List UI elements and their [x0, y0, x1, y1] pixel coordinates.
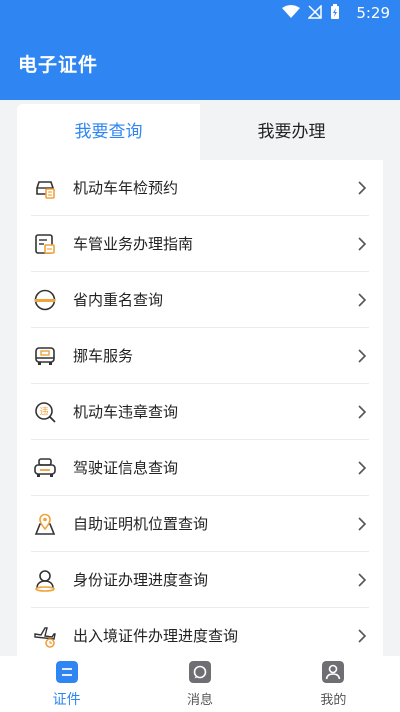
- list-item-move-car[interactable]: 挪车服务: [31, 328, 369, 384]
- status-icons: [282, 4, 340, 20]
- violation-search-icon: 违: [35, 402, 56, 423]
- driver-license-icon: [34, 458, 56, 477]
- profile-icon: [322, 661, 345, 683]
- nav-documents[interactable]: 证件: [0, 656, 133, 712]
- list-item-guide[interactable]: 车管业务办理指南: [31, 216, 369, 272]
- move-car-icon: [35, 347, 55, 365]
- chevron-right-icon: [358, 237, 367, 251]
- list-item-label: 驾驶证信息查询: [73, 459, 179, 477]
- nav-label: 我的: [320, 693, 347, 708]
- status-bar: 5:29: [0, 0, 400, 28]
- chevron-right-icon: [358, 293, 367, 307]
- chevron-right-icon: [358, 405, 367, 419]
- document-icon: [55, 661, 78, 683]
- chevron-right-icon: [358, 349, 367, 363]
- car-inspection-icon: [36, 181, 55, 199]
- id-card-icon: [35, 570, 55, 592]
- list-item-label: 省内重名查询: [73, 291, 164, 309]
- chevron-right-icon: [358, 461, 367, 475]
- signal-icon: [308, 5, 322, 19]
- list-item-car-inspection[interactable]: 机动车年检预约: [31, 160, 369, 216]
- list-item-label: 机动车年检预约: [73, 179, 179, 197]
- service-card: 我要查询 我要办理 机动车年检预约 车管业务办理指南 省内重名查询 挪车服务 违…: [17, 104, 383, 656]
- nav-profile[interactable]: 我的: [267, 656, 400, 712]
- list-item-violation-search[interactable]: 违 机动车违章查询: [31, 384, 369, 440]
- service-list: 机动车年检预约 车管业务办理指南 省内重名查询 挪车服务 违 机动车违章查询 驾…: [17, 160, 383, 656]
- airplane-icon: [34, 627, 56, 648]
- nav-label: 证件: [52, 692, 81, 708]
- tab-bar: 我要查询 我要办理: [17, 104, 383, 160]
- tab-handle[interactable]: 我要办理: [200, 104, 383, 160]
- list-item-label: 车管业务办理指南: [73, 235, 194, 253]
- list-item-label: 身份证办理进度查询: [73, 571, 209, 589]
- page-title: 电子证件: [18, 54, 99, 76]
- name-search-icon: [34, 289, 56, 311]
- list-item-driver-license[interactable]: 驾驶证信息查询: [31, 440, 369, 496]
- svg-text:违: 违: [39, 407, 48, 418]
- nav-label: 消息: [186, 693, 213, 708]
- app-bar: 电子证件: [0, 28, 400, 100]
- battery-icon: [331, 4, 339, 19]
- tab-query[interactable]: 我要查询: [17, 104, 200, 160]
- list-item-label: 自助证明机位置查询: [73, 515, 209, 533]
- list-item-exit-entry[interactable]: 出入境证件办理进度查询: [31, 608, 369, 656]
- chevron-right-icon: [358, 573, 367, 587]
- chevron-right-icon: [358, 181, 367, 195]
- nav-messages[interactable]: 消息: [133, 656, 266, 712]
- list-item-label: 出入境证件办理进度查询: [73, 627, 239, 645]
- status-time: 5:29: [356, 4, 390, 22]
- chevron-right-icon: [358, 629, 367, 643]
- message-icon: [188, 661, 211, 683]
- list-item-id-card[interactable]: 身份证办理进度查询: [31, 552, 369, 608]
- list-item-label: 机动车违章查询: [73, 403, 179, 421]
- location-icon: [34, 513, 56, 535]
- chevron-right-icon: [358, 517, 367, 531]
- wifi-icon: [282, 5, 300, 18]
- list-item-label: 挪车服务: [73, 347, 134, 365]
- list-item-location[interactable]: 自助证明机位置查询: [31, 496, 369, 552]
- list-item-name-search[interactable]: 省内重名查询: [31, 272, 369, 328]
- bottom-nav: 证件 消息 我的: [0, 656, 400, 712]
- guide-icon: [35, 234, 55, 254]
